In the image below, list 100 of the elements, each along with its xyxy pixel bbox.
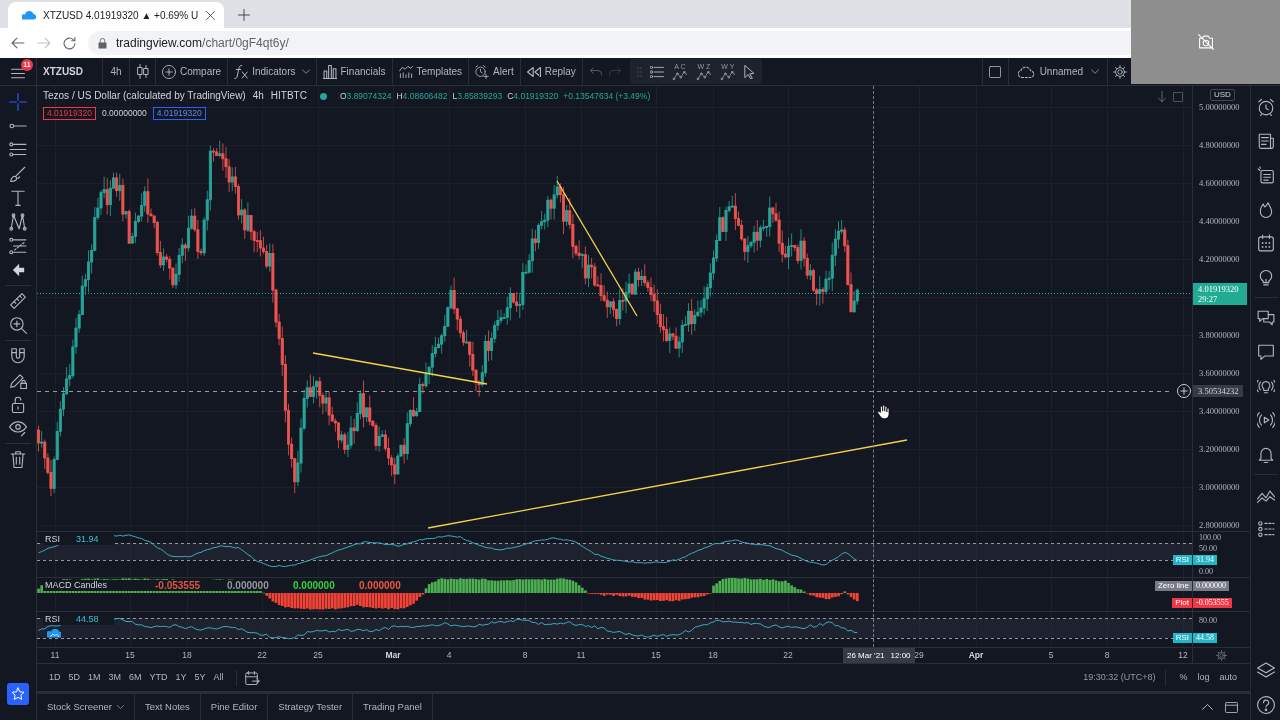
close-icon[interactable] <box>206 10 216 20</box>
indicator-value: 44.58 <box>76 614 100 625</box>
calendar-arrow-icon[interactable] <box>244 670 260 685</box>
timezone-clock[interactable]: 19:30:32 (UTC+8) <box>1081 667 1158 688</box>
lightbulb-signal-icon[interactable] <box>1256 377 1275 395</box>
parallel-lines-icon[interactable] <box>9 141 27 159</box>
ohlc-value: L3.85839293 <box>452 90 503 102</box>
range-button[interactable]: 1D <box>45 667 65 688</box>
ohlc-value: C4.01919320 <box>507 90 559 102</box>
range-button[interactable]: All <box>209 667 228 688</box>
lock-icon[interactable] <box>9 395 27 413</box>
negative-histogram-run <box>846 593 859 602</box>
symbol-button[interactable]: XTZUSD <box>37 58 103 85</box>
ruler-icon[interactable] <box>9 292 27 310</box>
symbol-description: Tezos / US Dollar (calculated by TradingView) <box>43 90 246 102</box>
panel-tab[interactable]: Pine Editor <box>200 694 269 720</box>
range-button[interactable]: 3M <box>104 667 126 688</box>
magnet-icon[interactable] <box>9 347 27 365</box>
lines-diagonal-icon[interactable] <box>9 237 27 255</box>
indicator-value: 0.000000 <box>359 580 402 591</box>
list-sparkle-icon[interactable] <box>1256 166 1275 184</box>
price-label: 4.80000000 <box>1199 140 1240 150</box>
play-signal-icon[interactable] <box>1256 411 1275 429</box>
help-icon[interactable] <box>1256 696 1275 714</box>
sell-price: 4.01919320 <box>43 107 96 120</box>
templates-button[interactable]: Templates <box>392 58 470 85</box>
range-button[interactable]: YTD <box>145 667 172 688</box>
menu-icon[interactable] <box>11 68 25 79</box>
zigzag-icon <box>719 71 736 80</box>
chat-bubbles-icon[interactable] <box>1256 309 1275 327</box>
zoom-in-icon[interactable] <box>9 316 27 334</box>
plus-circle-icon[interactable] <box>1177 384 1191 398</box>
cursor-icon[interactable] <box>743 64 755 79</box>
pencil-lock-icon[interactable] <box>9 371 27 389</box>
alert-button[interactable]: Alert <box>469 58 521 85</box>
time-label: 8 <box>522 649 528 662</box>
drag-handle-icon[interactable] <box>636 65 642 78</box>
settings-icon[interactable] <box>1112 64 1127 79</box>
panel-tab[interactable]: Text Notes <box>134 694 201 720</box>
trend-line[interactable] <box>312 352 488 385</box>
currency-label[interactable]: USD <box>1210 89 1235 101</box>
panel-tab[interactable]: Strategy Tester <box>268 694 354 720</box>
dotted-list-icon[interactable] <box>1256 520 1275 538</box>
plus-circle-icon <box>162 64 176 79</box>
financials-button[interactable]: Financials <box>316 58 393 85</box>
rewind-icon <box>526 64 541 79</box>
price-change: +0.13547634 (+3.49%) <box>563 90 651 102</box>
candlestick-icon[interactable] <box>136 64 149 79</box>
range-button[interactable]: 6M <box>125 667 146 688</box>
text-tool-icon[interactable] <box>9 189 27 207</box>
browser-tab[interactable]: XTZUSD 4.01919320 ▲ +0.69% U <box>8 2 225 28</box>
replay-button[interactable]: Replay <box>520 58 583 85</box>
time-label: 22 <box>783 649 793 662</box>
tag-label: RSI <box>1172 555 1192 565</box>
time-label: 29 <box>914 649 924 662</box>
settings-icon[interactable] <box>1216 650 1227 661</box>
time-label: 11 <box>50 649 60 662</box>
scale-option[interactable]: auto <box>1214 667 1242 688</box>
eye-icon[interactable] <box>9 419 27 437</box>
range-button[interactable]: 1M <box>84 667 105 688</box>
price-label: 3.00000000 <box>1199 482 1240 492</box>
bell-icon[interactable] <box>1256 445 1275 463</box>
calendar-icon[interactable] <box>1256 234 1275 252</box>
indicator-value: 31.94 <box>76 534 100 545</box>
scale-option[interactable]: % <box>1174 667 1193 688</box>
time-label: 4 <box>446 649 452 662</box>
newspaper-icon[interactable] <box>1256 132 1275 150</box>
plus-icon[interactable] <box>238 9 251 21</box>
tag-value: 44.58 <box>1193 633 1217 643</box>
indicator-name: RSI <box>45 534 61 545</box>
scale-label: 100.00 <box>1198 533 1221 542</box>
indicator-value: -0.053555 <box>155 580 202 591</box>
layers-icon[interactable] <box>1256 661 1275 679</box>
list-icon[interactable] <box>649 65 664 78</box>
range-button[interactable]: 1Y <box>171 667 191 688</box>
layout-button[interactable]: Unnamed <box>1007 58 1107 85</box>
window-icon[interactable] <box>1225 701 1238 713</box>
indicators-button[interactable]: Indicators <box>228 58 317 85</box>
panel-tab[interactable]: Stock Screener <box>37 694 135 720</box>
pattern-icon[interactable] <box>9 213 27 231</box>
compare-button[interactable]: Compare <box>156 58 229 85</box>
brush-icon[interactable] <box>9 165 27 183</box>
range-button[interactable]: 5D <box>64 667 85 688</box>
alarm-clock-icon[interactable] <box>1256 98 1275 116</box>
back-arrow-icon[interactable] <box>11 37 25 49</box>
chat-bubble-icon[interactable] <box>1256 343 1275 361</box>
scale-label: 80.00 <box>1198 616 1217 625</box>
range-button[interactable]: 5Y <box>190 667 210 688</box>
cloud-icon <box>22 10 36 20</box>
trend-line[interactable] <box>556 180 638 317</box>
panel-tab[interactable]: Trading Panel <box>353 694 433 720</box>
reload-icon[interactable] <box>63 36 76 50</box>
price-label: 5.00000000 <box>1199 102 1240 112</box>
trash-icon[interactable] <box>9 450 27 468</box>
scale-option[interactable]: log <box>1192 667 1215 688</box>
chevron-up-icon[interactable] <box>1202 704 1213 710</box>
square-icon[interactable] <box>989 65 1002 78</box>
undo-icon[interactable] <box>589 67 602 76</box>
hand-cursor-icon <box>877 405 890 419</box>
interval-button[interactable]: 4h <box>103 58 130 85</box>
